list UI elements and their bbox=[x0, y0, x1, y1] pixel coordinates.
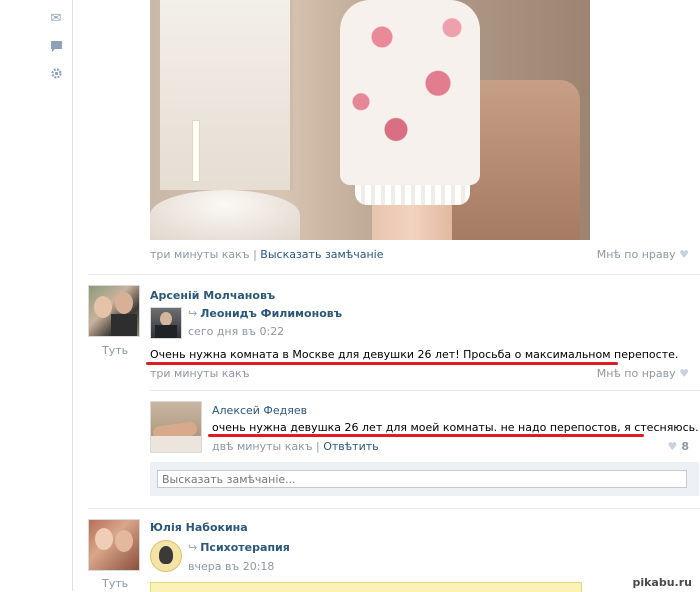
commenter-avatar[interactable] bbox=[150, 401, 202, 453]
post1-meta: три минуты какъ | Высказать замѣчаніе bbox=[150, 248, 383, 261]
post3-repost-time[interactable]: вчера въ 20:18 bbox=[188, 560, 274, 573]
post1-separator: | bbox=[253, 248, 257, 261]
avatar-face bbox=[159, 546, 173, 564]
chat-icon[interactable] bbox=[49, 40, 63, 54]
post-photo[interactable] bbox=[150, 0, 590, 240]
post1-like-button[interactable]: Мнѣ по нраву ♥ bbox=[597, 248, 689, 261]
post2-like-label: Мнѣ по нраву bbox=[596, 367, 676, 380]
photo-candle bbox=[192, 120, 200, 182]
post-divider bbox=[88, 508, 700, 509]
avatar-face bbox=[95, 528, 113, 550]
avatar-caption: Туть bbox=[102, 344, 129, 357]
post2-author[interactable]: Арсеній Молчановъ bbox=[150, 289, 275, 302]
comment-time[interactable]: двѣ минуты какъ bbox=[212, 440, 313, 453]
avatar-sheet bbox=[151, 436, 201, 452]
repost-source-name: Леонидъ Филимоновъ bbox=[200, 307, 342, 320]
avatar-body bbox=[155, 325, 177, 338]
post3-repost-source[interactable]: ↪ Психотерапия bbox=[188, 541, 290, 554]
post-divider bbox=[88, 274, 700, 275]
comment-like-button[interactable]: ♥ 8 bbox=[667, 440, 689, 453]
comment-input[interactable]: Высказать замѣчаніе... bbox=[157, 470, 687, 488]
photo-dress bbox=[340, 0, 480, 185]
post2-time[interactable]: три минуты какъ bbox=[150, 367, 250, 380]
mail-icon[interactable]: ✉ bbox=[49, 12, 63, 26]
repost-icon: ↪ bbox=[188, 541, 198, 554]
post3-author[interactable]: Юлія Набокина bbox=[150, 521, 248, 534]
post1-time[interactable]: три минуты какъ bbox=[150, 248, 250, 261]
post1-like-label: Мнѣ по нраву bbox=[596, 248, 676, 261]
comments-divider bbox=[150, 390, 700, 391]
repost-avatar[interactable] bbox=[150, 307, 182, 339]
reply-link[interactable]: Отвѣтить bbox=[323, 440, 378, 453]
avatar-body bbox=[111, 314, 137, 336]
author-avatar[interactable] bbox=[88, 285, 140, 337]
post2-repost-time[interactable]: сего дня въ 0:22 bbox=[188, 325, 284, 338]
gear-icon[interactable] bbox=[49, 67, 63, 81]
photo-table bbox=[150, 190, 300, 240]
avatar-caption: Туть bbox=[102, 577, 129, 590]
heart-icon: ♥ bbox=[667, 440, 678, 453]
watermark: pikabu.ru bbox=[630, 576, 694, 589]
repost-source-name: Психотерапия bbox=[200, 541, 290, 554]
post2-repost-source[interactable]: ↪ Леонидъ Филимоновъ bbox=[188, 307, 342, 320]
post2-text: Очень нужна комната в Москве для девушки… bbox=[150, 348, 679, 361]
comment-separator: | bbox=[316, 440, 320, 453]
post2-meta: три минуты какъ bbox=[150, 367, 250, 380]
sidebar-divider bbox=[72, 0, 73, 591]
avatar-face bbox=[94, 296, 112, 318]
comment-meta: двѣ минуты какъ | Отвѣтить bbox=[212, 440, 379, 453]
comment-like-count: 8 bbox=[681, 440, 689, 453]
comment-author[interactable]: Алексей Федяев bbox=[212, 404, 307, 417]
red-underline bbox=[146, 362, 618, 365]
photo-lace bbox=[355, 185, 470, 205]
avatar-face bbox=[115, 292, 133, 314]
heart-icon: ♥ bbox=[679, 248, 689, 261]
post1-comment-link[interactable]: Высказать замѣчаніе bbox=[260, 248, 383, 261]
post2-like-button[interactable]: Мнѣ по нраву ♥ bbox=[597, 367, 689, 380]
photo-window bbox=[160, 0, 293, 190]
comment-text: очень нужна девушка 26 лет для моей комн… bbox=[212, 421, 699, 434]
repost-avatar[interactable] bbox=[150, 540, 182, 572]
author-avatar[interactable] bbox=[88, 519, 140, 571]
heart-icon: ♥ bbox=[679, 367, 689, 380]
photo-legs bbox=[372, 205, 452, 240]
repost-icon: ↪ bbox=[188, 307, 198, 320]
left-sidebar: ✉ bbox=[0, 0, 72, 591]
avatar-face bbox=[115, 530, 133, 552]
red-underline bbox=[208, 434, 644, 437]
avatar-face bbox=[160, 312, 172, 326]
